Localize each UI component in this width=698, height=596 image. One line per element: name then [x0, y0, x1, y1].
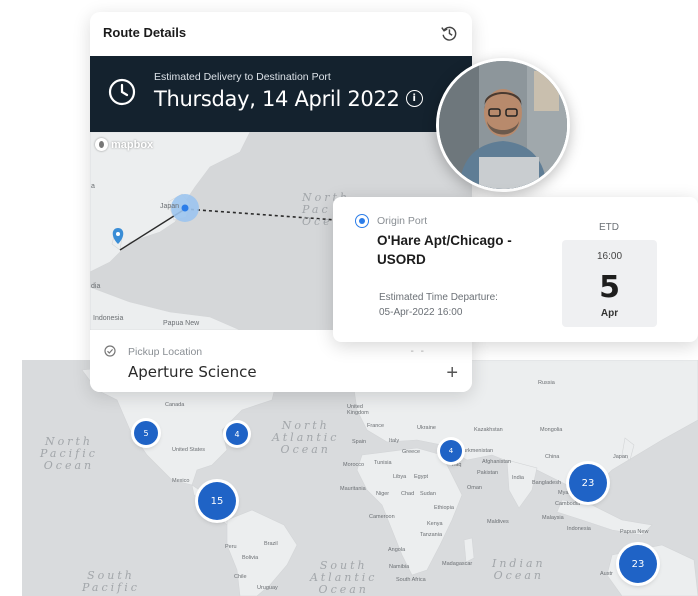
departure-value: 05-Apr-2022 16:00: [379, 307, 463, 318]
place-label: Pakistan: [477, 470, 499, 476]
place-label: Angola: [388, 547, 406, 553]
departure-label: Estimated Time Departure:: [379, 292, 498, 303]
place-label: Sudan: [420, 491, 436, 497]
pickup-value: Aperture Science: [128, 363, 257, 381]
place-label: United Kingdom: [347, 404, 369, 416]
place-label: Italy: [389, 438, 400, 444]
route-title: Route Details: [103, 25, 187, 40]
check-circle-icon: [104, 345, 116, 357]
place-label: Libya: [393, 474, 407, 480]
map-place-label: Japan: [160, 203, 180, 210]
avatar-image: [439, 61, 567, 189]
place-label: Namibia: [389, 564, 410, 570]
place-label: Papua New: [620, 529, 649, 535]
place-label: Tunisia: [374, 460, 392, 466]
ocean-label-south-pacific: South Pacific: [82, 569, 140, 594]
map-place-label: Indonesia: [93, 315, 124, 322]
place-label: Niger: [376, 491, 390, 497]
mapbox-icon: [95, 138, 108, 151]
map-cluster[interactable]: 15: [198, 482, 236, 520]
place-label: Chile: [234, 574, 247, 580]
map-place-label: Papua New: [163, 320, 200, 327]
place-label: South Africa: [396, 577, 426, 583]
history-icon[interactable]: [440, 24, 458, 42]
place-label: United States: [172, 447, 206, 453]
place-label: France: [367, 423, 385, 429]
place-label: Turkmenistan: [460, 448, 494, 454]
avatar: [436, 58, 570, 192]
place-label: Ukraine: [417, 425, 436, 431]
place-label: Japan: [613, 454, 628, 460]
map-cluster[interactable]: 23: [619, 545, 657, 583]
mapbox-logo: mapbox: [95, 138, 153, 151]
place-label: Brazil: [264, 541, 278, 547]
place-label: Tanzania: [420, 532, 443, 538]
place-label: Spain: [352, 439, 367, 445]
place-label: Oman: [467, 485, 482, 491]
place-label: Bangladesh: [532, 480, 562, 486]
ocean-label-south-atlantic: South Atlantic Ocean: [310, 559, 378, 596]
add-button[interactable]: +: [446, 363, 458, 383]
place-label: India: [512, 475, 524, 481]
map-cluster[interactable]: 4: [440, 440, 462, 462]
place-label: Mexico: [172, 478, 190, 484]
place-label: Indonesia: [567, 526, 591, 532]
delivery-banner: Estimated Delivery to Destination Port T…: [90, 56, 472, 132]
place-label: Ethiopia: [434, 505, 454, 511]
radio-selected-icon[interactable]: [355, 214, 369, 228]
place-label: Mongolia: [540, 427, 563, 433]
place-label: Uruguay: [257, 585, 278, 591]
place-label: Canada: [165, 402, 185, 408]
place-label: Madagascar: [442, 561, 473, 567]
place-label: Malaysia: [542, 515, 564, 521]
place-label: Iraq: [452, 462, 462, 468]
origin-port-card: Origin Port O'Hare Apt/Chicago - USORD E…: [333, 197, 698, 342]
etd-time: 16:00: [596, 251, 623, 262]
place-label: Morocco: [343, 462, 365, 468]
place-label: Russia: [538, 380, 555, 386]
place-label: Kenya: [427, 521, 443, 527]
map-cluster[interactable]: 5: [134, 421, 158, 445]
place-label: Afghanistan: [482, 459, 512, 465]
place-label: Kazakhstan: [474, 427, 503, 433]
place-label: Greece: [402, 449, 421, 455]
etd-label: ETD: [599, 222, 619, 233]
map-place-label: a: [91, 183, 95, 190]
place-label: Cameroon: [369, 514, 395, 520]
place-label: Maldives: [487, 519, 509, 525]
map-place-label: dia: [91, 283, 101, 290]
place-label: Chad: [401, 491, 415, 497]
place-label: Bolivia: [242, 555, 259, 561]
map-cluster[interactable]: 4: [226, 423, 248, 445]
delivery-date-text: Thursday, 14 April 2022: [154, 87, 400, 111]
info-icon[interactable]: i: [405, 89, 423, 107]
place-label: Cambodia: [555, 501, 581, 507]
mapbox-text: mapbox: [111, 138, 154, 151]
route-header: Route Details: [90, 12, 472, 56]
origin-name: O'Hare Apt/Chicago - USORD: [377, 233, 512, 267]
clock-icon: [108, 78, 136, 106]
pickup-dash: - -: [410, 346, 426, 357]
ocean-label-north-atlantic: North Atlantic Ocean: [272, 419, 340, 456]
ocean-label-north-pacific: North Pacific Ocean: [40, 435, 98, 472]
delivery-label: Estimated Delivery to Destination Port: [154, 71, 331, 83]
etd-day: 5: [599, 270, 620, 305]
world-map[interactable]: North Pacific Ocean North Atlantic Ocean…: [22, 360, 698, 596]
delivery-date: Thursday, 14 April 2022 i: [154, 87, 423, 111]
place-label: Austr: [600, 571, 613, 577]
map-cluster[interactable]: 23: [569, 464, 607, 502]
ocean-label-indian: Indian Ocean: [492, 557, 546, 582]
place-label: Mauritania: [340, 486, 366, 492]
pickup-label: Pickup Location: [128, 346, 203, 358]
etd-month: Apr: [600, 308, 619, 319]
place-label: China: [545, 454, 560, 460]
place-label: Peru: [225, 544, 237, 550]
origin-label: Origin Port: [377, 215, 428, 227]
place-label: Egypt: [414, 474, 429, 480]
etd-date-box: 16:00 5 Apr: [562, 240, 657, 327]
